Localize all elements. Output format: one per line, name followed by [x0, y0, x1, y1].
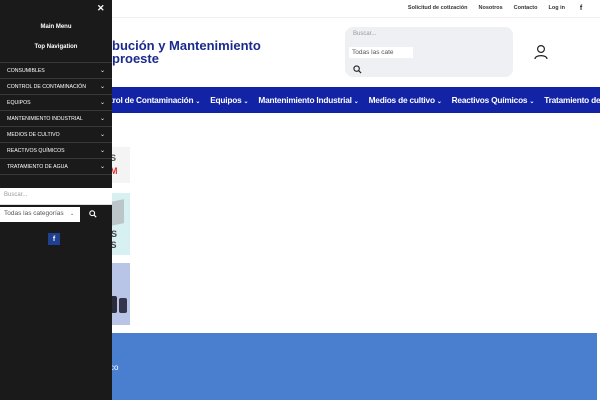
top-link-login[interactable]: Log in: [549, 5, 566, 11]
chevron-down-icon[interactable]: ⌄: [100, 163, 105, 170]
drawer-item-label: MANTENIMIENTO INDUSTRIAL: [7, 115, 83, 122]
site-brand[interactable]: bución y Mantenimiento proeste: [112, 39, 261, 65]
drawer-item-label: CONSUMIBLES: [7, 67, 45, 74]
close-icon[interactable]: ✕: [97, 3, 105, 14]
category-select[interactable]: Todas las cate: [349, 47, 413, 58]
chevron-down-icon[interactable]: ⌄: [100, 83, 105, 90]
drawer-item-control-contaminacion[interactable]: CONTROL DE CONTAMINACIÓN ⌄: [0, 79, 112, 95]
nav-item-control-contaminacion[interactable]: trol de Contaminación ⌄: [110, 95, 200, 105]
nav-label: Medios de cultivo: [368, 95, 435, 105]
search-input[interactable]: Buscar...: [353, 31, 503, 37]
drawer-menu-list: CONSUMIBLES ⌄ CONTROL DE CONTAMINACIÓN ⌄ E…: [0, 62, 112, 175]
top-bar: Solicitud de cotización Nosotros Contact…: [112, 0, 600, 18]
drawer-item-label: MEDIOS DE CULTIVO: [7, 131, 60, 138]
drawer-item-label: CONTROL DE CONTAMINACIÓN: [7, 83, 86, 90]
header-search: Buscar... Todas las cate: [345, 27, 513, 77]
drawer-item-label: REACTIVOS QUÍMICOS: [7, 147, 65, 154]
drawer-item-equipos[interactable]: EQUIPOS ⌄: [0, 95, 112, 111]
search-icon[interactable]: [353, 65, 362, 74]
chevron-down-icon: ⌄: [529, 99, 535, 105]
chevron-down-icon[interactable]: ⌄: [100, 115, 105, 122]
drawer-item-medios-cultivo[interactable]: MEDIOS DE CULTIVO ⌄: [0, 127, 112, 143]
chevron-down-icon: ⌄: [436, 99, 442, 105]
nav-label: Tratamiento de Agua: [544, 95, 600, 105]
nav-item-reactivos[interactable]: Reactivos Químicos ⌄: [452, 95, 535, 105]
search-placeholder: Buscar...: [4, 192, 28, 198]
drawer-item-reactivos[interactable]: REACTIVOS QUÍMICOS ⌄: [0, 143, 112, 159]
mobile-menu-drawer: ✕ Main Menu Top Navigation CONSUMIBLES ⌄ …: [0, 0, 112, 400]
drawer-category-select[interactable]: Todas las categorías ⌄: [0, 207, 80, 222]
top-link-contact[interactable]: Contacto: [514, 5, 538, 11]
chevron-down-icon[interactable]: ⌄: [100, 147, 105, 154]
nav-item-tratamiento-agua[interactable]: Tratamiento de Agua⌄: [544, 95, 600, 105]
facebook-icon[interactable]: f: [576, 3, 586, 13]
brand-line-2: proeste: [112, 51, 159, 66]
chevron-down-icon: ⌄: [243, 99, 249, 105]
nav-label: Mantenimiento Industrial: [258, 95, 352, 105]
chevron-down-icon: ⌄: [353, 99, 359, 105]
chevron-down-icon[interactable]: ⌄: [100, 131, 105, 138]
chevron-down-icon[interactable]: ⌄: [100, 99, 105, 106]
chevron-down-icon[interactable]: ⌄: [100, 67, 105, 74]
product-bottle-image: [119, 298, 127, 313]
drawer-search-input[interactable]: Buscar...: [0, 188, 112, 205]
drawer-item-consumibles[interactable]: CONSUMIBLES ⌄: [0, 63, 112, 79]
search-icon[interactable]: [89, 210, 97, 218]
nav-item-mantenimiento[interactable]: Mantenimiento Industrial ⌄: [258, 95, 358, 105]
top-navigation-heading[interactable]: Top Navigation: [0, 44, 112, 50]
drawer-item-mantenimiento[interactable]: MANTENIMIENTO INDUSTRIAL ⌄: [0, 111, 112, 127]
nav-label: Reactivos Químicos: [451, 95, 528, 105]
nav-label: Equipos: [210, 95, 242, 105]
chevron-down-icon: ⌄: [195, 99, 201, 105]
drawer-item-label: EQUIPOS: [7, 99, 31, 106]
drawer-item-label: TRATAMIENTO DE AGUA: [7, 163, 68, 170]
main-menu-heading[interactable]: Main Menu: [0, 24, 112, 30]
category-value: Todas las categorías: [4, 210, 64, 217]
drawer-item-tratamiento-agua[interactable]: TRATAMIENTO DE AGUA ⌄: [0, 159, 112, 175]
user-account-icon[interactable]: [533, 44, 549, 60]
page: Solicitud de cotización Nosotros Contact…: [0, 0, 600, 400]
facebook-icon[interactable]: f: [48, 233, 60, 245]
top-link-quote[interactable]: Solicitud de cotización: [408, 5, 468, 11]
chevron-down-icon: ⌄: [70, 211, 75, 217]
nav-label: trol de Contaminación: [110, 95, 194, 105]
nav-item-medios-cultivo[interactable]: Medios de cultivo ⌄: [369, 95, 442, 105]
top-links: Solicitud de cotización Nosotros Contact…: [408, 3, 586, 13]
nav-item-equipos[interactable]: Equipos ⌄: [210, 95, 248, 105]
top-link-about[interactable]: Nosotros: [479, 5, 503, 11]
